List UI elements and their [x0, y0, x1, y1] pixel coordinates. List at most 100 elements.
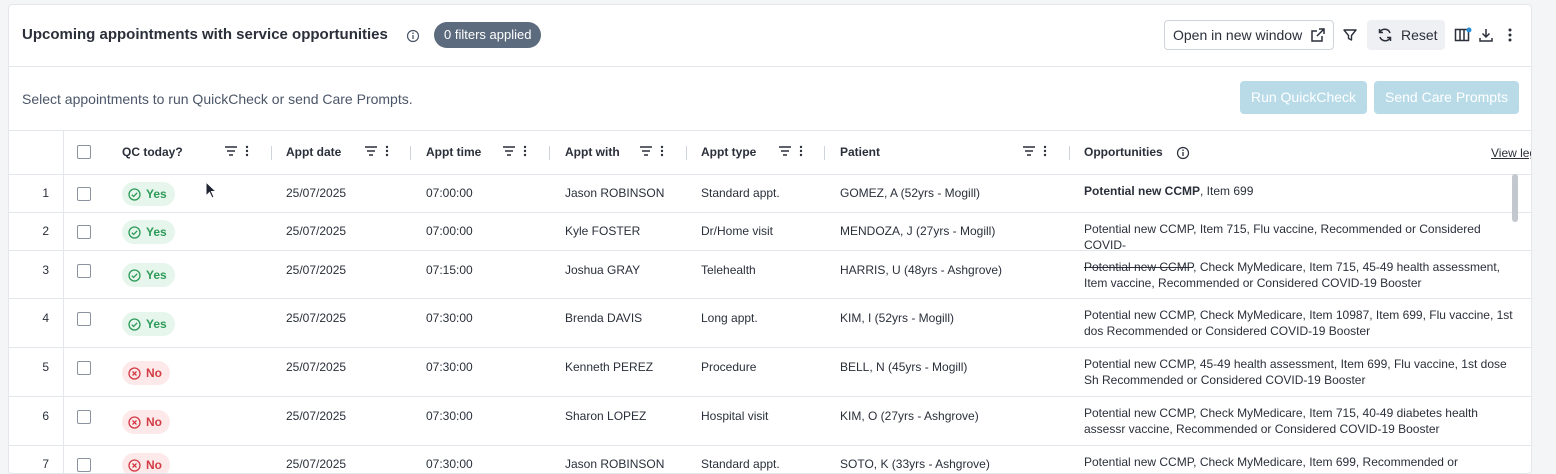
- filter-lines-icon[interactable]: [779, 146, 791, 156]
- appt-time-cell: 07:30:00: [426, 311, 473, 325]
- qc-status-label: No: [146, 458, 162, 472]
- refresh-icon: [1378, 28, 1392, 42]
- row-checkbox[interactable]: [77, 361, 91, 375]
- send-care-prompts-button[interactable]: Send Care Prompts: [1374, 81, 1519, 114]
- patient-cell[interactable]: BELL, N (45yrs - Mogill): [840, 360, 967, 374]
- column-divider: [63, 131, 64, 174]
- column-header-opportunities[interactable]: Opportunities: [1084, 145, 1163, 159]
- table-row[interactable]: 4 Yes 25/07/2025 07:30:00 Brenda DAVIS Long a…: [9, 299, 1531, 348]
- opportunities-cell: Potential new CCMP, Item 699: [1084, 183, 1518, 211]
- patient-cell[interactable]: KIM, O (27yrs - Ashgrove): [840, 409, 979, 423]
- patient-cell[interactable]: SOTO, K (33yrs - Ashgrove): [840, 457, 990, 471]
- appt-type-cell: Standard appt.: [701, 186, 780, 200]
- vertical-scrollbar[interactable]: [1510, 172, 1520, 462]
- column-separator[interactable]: [549, 146, 550, 160]
- open-new-window-button[interactable]: Open in new window: [1164, 20, 1334, 50]
- table-row[interactable]: 1 Yes 25/07/2025 07:00:00 Jason ROBINSON Stan…: [9, 175, 1531, 213]
- column-header-appt-date[interactable]: Appt date: [286, 145, 341, 159]
- appt-date-cell: 25/07/2025: [286, 409, 347, 423]
- column-header-appt-with[interactable]: Appt with: [565, 145, 620, 159]
- appt-with-cell: Joshua GRAY: [565, 263, 641, 277]
- table-row[interactable]: 2 Yes 25/07/2025 07:00:00 Kyle FOSTER Dr/Home…: [9, 213, 1531, 251]
- mouse-cursor-icon: [205, 181, 217, 199]
- reset-button[interactable]: Reset: [1367, 20, 1445, 50]
- table-row[interactable]: 5 No 25/07/2025 07:30:00 Kenneth PEREZ Proced…: [9, 348, 1531, 397]
- opportunity-list: Potential new CCMP, Check MyMedicare, It…: [1084, 406, 1478, 436]
- filters-badge[interactable]: 0 filters applied: [434, 22, 542, 48]
- row-checkbox[interactable]: [77, 225, 91, 239]
- appt-with-cell: Sharon LOPEZ: [565, 409, 647, 423]
- appt-time-cell: 07:30:00: [426, 360, 473, 374]
- appt-type-cell: Standard appt.: [701, 457, 780, 471]
- check-circle-icon: [128, 268, 141, 282]
- row-checkbox[interactable]: [77, 264, 91, 278]
- patient-cell[interactable]: KIM, I (52yrs - Mogill): [840, 311, 954, 325]
- opportunity-completed: Potential new CCMP: [1084, 260, 1194, 274]
- appt-time-cell: 07:00:00: [426, 224, 473, 238]
- select-all-checkbox[interactable]: [77, 145, 91, 159]
- x-circle-icon: [128, 366, 141, 380]
- columns-icon: [1454, 27, 1472, 42]
- appt-date-cell: 25/07/2025: [286, 457, 347, 471]
- check-circle-icon: [128, 187, 141, 201]
- info-icon[interactable]: [406, 29, 420, 43]
- qc-status-label: Yes: [146, 187, 167, 201]
- appt-time-cell: 07:30:00: [426, 409, 473, 423]
- filter-lines-icon[interactable]: [1023, 146, 1035, 156]
- view-legend-link[interactable]: View leg: [1491, 146, 1531, 160]
- row-checkbox[interactable]: [77, 458, 91, 472]
- kebab-icon[interactable]: [1043, 145, 1047, 157]
- filter-lines-icon[interactable]: [503, 146, 515, 156]
- selection-hint: Select appointments to run QuickCheck or…: [22, 91, 413, 107]
- filter-lines-icon[interactable]: [225, 146, 237, 156]
- open-new-window-label: Open in new window: [1173, 27, 1303, 43]
- column-separator[interactable]: [271, 146, 272, 160]
- column-header-qc-today[interactable]: QC today?: [122, 145, 183, 159]
- check-circle-icon: [128, 317, 141, 331]
- columns-button[interactable]: [1453, 25, 1473, 45]
- opportunities-cell: Potential new CCMP, Check MyMedicare, It…: [1084, 259, 1518, 297]
- qc-status-label: No: [146, 415, 162, 429]
- kebab-icon[interactable]: [660, 145, 664, 157]
- info-icon[interactable]: [1176, 146, 1190, 160]
- patient-cell[interactable]: MENDOZA, J (27yrs - Mogill): [840, 224, 995, 238]
- more-options-button[interactable]: [1500, 25, 1520, 45]
- kebab-icon[interactable]: [245, 145, 249, 157]
- qc-status-badge: Yes: [122, 263, 175, 287]
- row-checkbox[interactable]: [77, 187, 91, 201]
- column-header-patient[interactable]: Patient: [840, 145, 880, 159]
- column-tools: [365, 145, 389, 157]
- patient-cell[interactable]: GOMEZ, A (52yrs - Mogill): [840, 186, 980, 200]
- kebab-icon[interactable]: [523, 145, 527, 157]
- kebab-icon[interactable]: [799, 145, 803, 157]
- filter-lines-icon[interactable]: [365, 146, 377, 156]
- appt-type-cell: Telehealth: [701, 263, 756, 277]
- column-separator[interactable]: [686, 146, 687, 160]
- run-quickcheck-button[interactable]: Run QuickCheck: [1240, 81, 1367, 114]
- column-separator[interactable]: [1069, 146, 1070, 160]
- column-header-appt-type[interactable]: Appt type: [701, 145, 756, 159]
- page-title: Upcoming appointments with service oppor…: [22, 26, 388, 43]
- column-divider: [63, 175, 64, 212]
- opportunity-list: , Item 699: [1200, 184, 1254, 198]
- patient-cell[interactable]: HARRIS, U (48yrs - Ashgrove): [840, 263, 1002, 277]
- download-button[interactable]: [1476, 25, 1496, 45]
- column-header-appt-time[interactable]: Appt time: [426, 145, 481, 159]
- card-header: Upcoming appointments with service oppor…: [9, 5, 1531, 67]
- row-checkbox[interactable]: [77, 312, 91, 326]
- filter-button[interactable]: [1340, 25, 1360, 45]
- column-separator[interactable]: [824, 146, 825, 160]
- column-divider: [63, 397, 64, 445]
- kebab-icon[interactable]: [385, 145, 389, 157]
- table-row[interactable]: 3 Yes 25/07/2025 07:15:00 Joshua GRAY Telehea…: [9, 251, 1531, 299]
- opportunities-cell: Potential new CCMP, Check MyMedicare, It…: [1084, 454, 1518, 473]
- appt-with-cell: Kenneth PEREZ: [565, 360, 654, 374]
- opportunity-list: Potential new CCMP, Check MyMedicare, It…: [1084, 308, 1513, 338]
- table-row[interactable]: 6 No 25/07/2025 07:30:00 Sharon LOPEZ Hospita…: [9, 397, 1531, 446]
- filter-lines-icon[interactable]: [640, 146, 652, 156]
- appt-type-cell: Procedure: [701, 360, 757, 374]
- scrollbar-thumb[interactable]: [1512, 174, 1518, 222]
- column-separator[interactable]: [410, 146, 411, 160]
- row-checkbox[interactable]: [77, 410, 91, 424]
- table-row[interactable]: 7 No 25/07/2025 07:30:00 Jason ROBINSON Stand…: [9, 446, 1531, 473]
